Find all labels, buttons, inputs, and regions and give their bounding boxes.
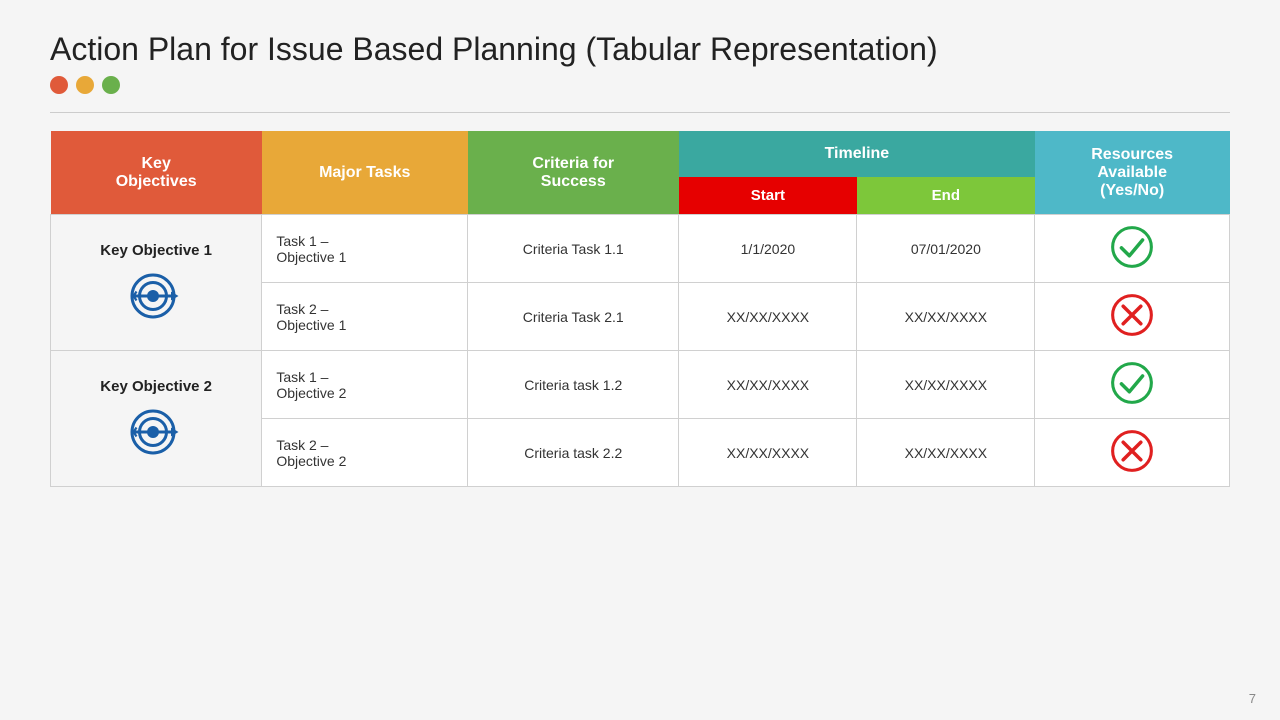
divider <box>50 112 1230 113</box>
criteria-1-1: Criteria Task 1.1 <box>468 215 679 283</box>
task-2-2: Task 2 – Objective 2 <box>262 419 468 487</box>
header-criteria: Criteria for Success <box>468 131 679 215</box>
dot-red <box>50 76 68 94</box>
slide: Action Plan for Issue Based Planning (Ta… <box>0 0 1280 720</box>
header-tasks: Major Tasks <box>262 131 468 215</box>
end-2-2: XX/XX/XXXX <box>857 419 1035 487</box>
task-2-1: Task 2 – Objective 1 <box>262 283 468 351</box>
end-1-1: 07/01/2020 <box>857 215 1035 283</box>
page-number: 7 <box>1249 691 1256 706</box>
end-1-2: XX/XX/XXXX <box>857 351 1035 419</box>
criteria-2-2: Criteria task 2.2 <box>468 419 679 487</box>
resource-2-1 <box>1035 283 1230 351</box>
dot-orange <box>76 76 94 94</box>
start-2-1: XX/XX/XXXX <box>679 283 857 351</box>
header-resources: Resources Available (Yes/No) <box>1035 131 1230 215</box>
table-row: Key Objective 1 <box>51 215 1230 283</box>
x-icon-2-1 <box>1110 293 1154 337</box>
objective-cell-2: Key Objective 2 <box>51 351 262 487</box>
start-2-2: XX/XX/XXXX <box>679 419 857 487</box>
resource-1-1 <box>1035 215 1230 283</box>
dot-green <box>102 76 120 94</box>
header-objectives: Key Objectives <box>51 131 262 215</box>
header-end: End <box>857 177 1035 215</box>
objective-1-label: Key Objective 1 <box>100 242 212 259</box>
task-1-2: Task 1 – Objective 2 <box>262 351 468 419</box>
resource-2-2 <box>1035 419 1230 487</box>
end-2-1: XX/XX/XXXX <box>857 283 1035 351</box>
check-icon-1-2 <box>1110 361 1154 405</box>
criteria-2-1: Criteria Task 2.1 <box>468 283 679 351</box>
page-title: Action Plan for Issue Based Planning (Ta… <box>50 30 1230 68</box>
objective-cell-1: Key Objective 1 <box>51 215 262 351</box>
header-start: Start <box>679 177 857 215</box>
table-body: Key Objective 1 <box>51 215 1230 487</box>
task-1-1: Task 1 – Objective 1 <box>262 215 468 283</box>
header-row: Key Objectives Major Tasks Criteria for … <box>51 131 1230 177</box>
target-icon-2 <box>126 399 186 459</box>
objective-2-label: Key Objective 2 <box>100 378 212 395</box>
criteria-1-2: Criteria task 1.2 <box>468 351 679 419</box>
start-1-2: XX/XX/XXXX <box>679 351 857 419</box>
resource-1-2 <box>1035 351 1230 419</box>
decorative-dots <box>50 76 1230 94</box>
header-timeline: Timeline <box>679 131 1035 177</box>
table-row: Key Objective 2 Task 1 – Objective 2 <box>51 351 1230 419</box>
x-icon-2-2 <box>1110 429 1154 473</box>
start-1-1: 1/1/2020 <box>679 215 857 283</box>
action-plan-table: Key Objectives Major Tasks Criteria for … <box>50 131 1230 487</box>
target-icon-1 <box>126 263 186 323</box>
check-icon-1-1 <box>1110 225 1154 269</box>
